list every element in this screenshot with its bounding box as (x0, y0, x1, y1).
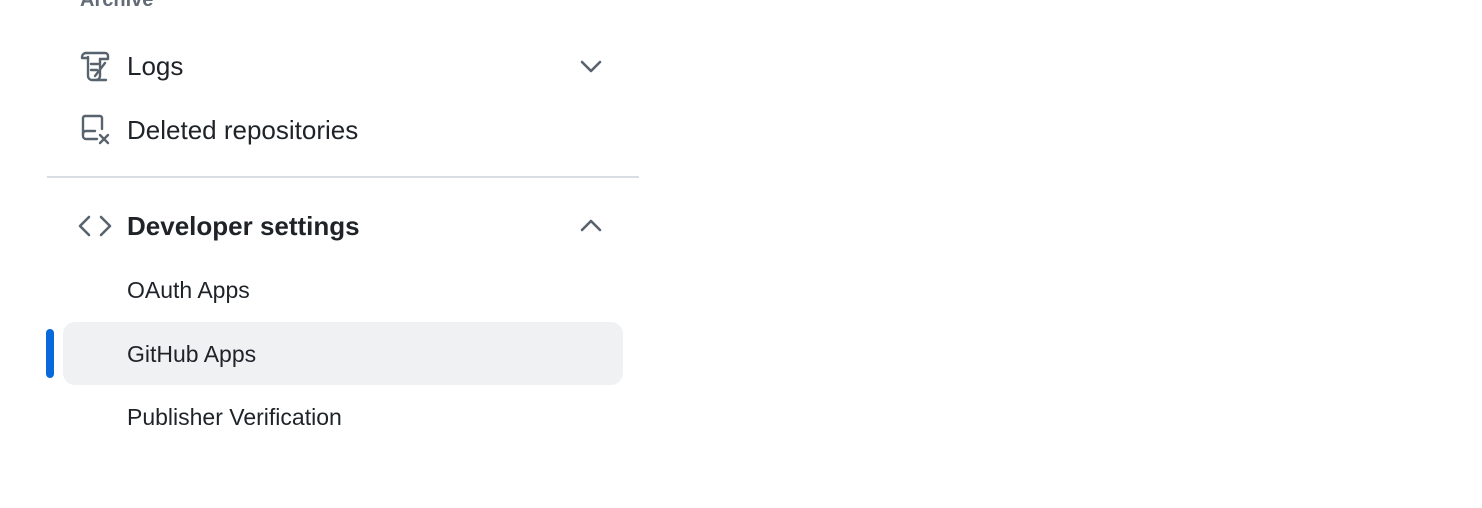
code-icon (78, 209, 112, 243)
sidebar-subitem-oauth-apps[interactable]: OAuth Apps (63, 259, 623, 321)
repo-deleted-icon (78, 113, 112, 147)
archive-section-heading: Archive (80, 0, 154, 11)
chevron-up-icon[interactable] (578, 213, 604, 239)
sidebar-item-deleted-repositories[interactable]: Deleted repositories (63, 99, 623, 161)
sidebar-divider (47, 176, 639, 178)
sidebar-subitem-label: GitHub Apps (127, 340, 257, 367)
sidebar-subitem-publisher-verification[interactable]: Publisher Verification (63, 386, 623, 448)
page: Archive Logs Deleted repositories Develo… (0, 0, 1482, 508)
sidebar-item-developer-settings[interactable]: Developer settings (63, 195, 623, 257)
sidebar-subitem-label: OAuth Apps (127, 277, 250, 303)
sidebar-item-logs[interactable]: Logs (63, 35, 623, 97)
active-item-indicator (46, 329, 54, 378)
sidebar-item-logs-label: Logs (127, 51, 184, 81)
sidebar-item-developer-settings-label: Developer settings (127, 211, 360, 241)
sidebar-subitem-label: Publisher Verification (127, 404, 342, 430)
sidebar-item-deleted-repositories-label: Deleted repositories (127, 115, 359, 145)
chevron-down-icon[interactable] (578, 53, 604, 79)
sidebar-subitem-github-apps[interactable]: GitHub Apps (63, 322, 623, 385)
settings-sidebar: Archive Logs Deleted repositories Develo… (0, 0, 660, 508)
log-icon (78, 49, 112, 83)
